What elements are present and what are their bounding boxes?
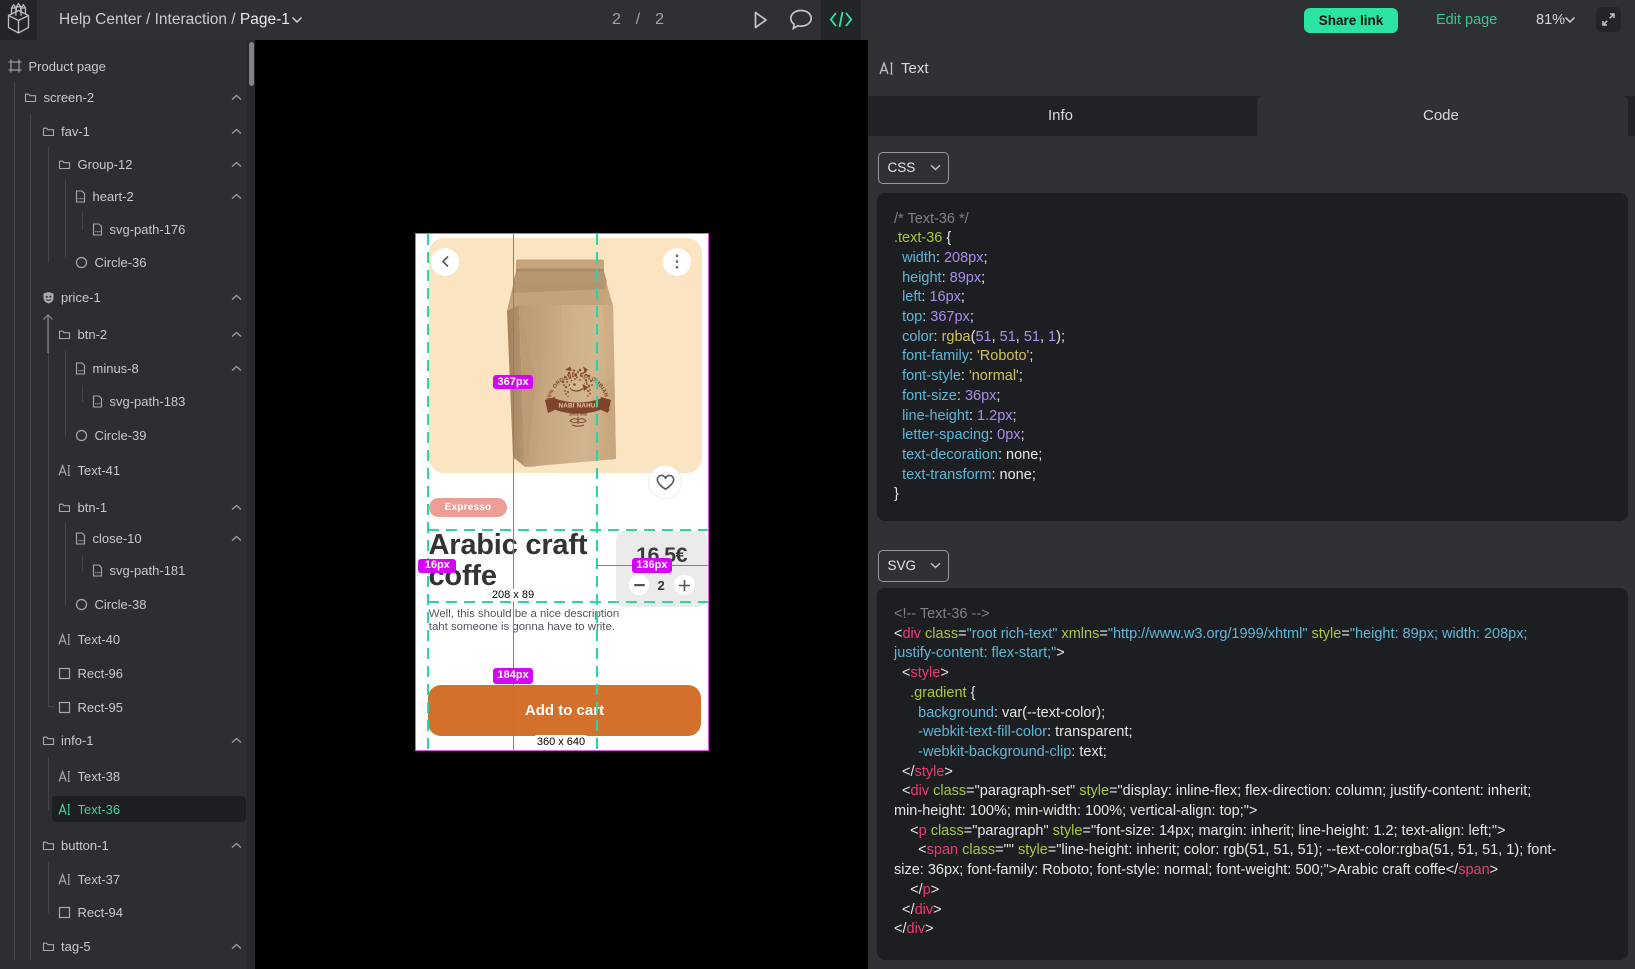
svg-text:SINCE 2008: SINCE 2008 [569, 412, 587, 416]
svg-text:NABI NAHUI: NABI NAHUI [558, 402, 597, 409]
